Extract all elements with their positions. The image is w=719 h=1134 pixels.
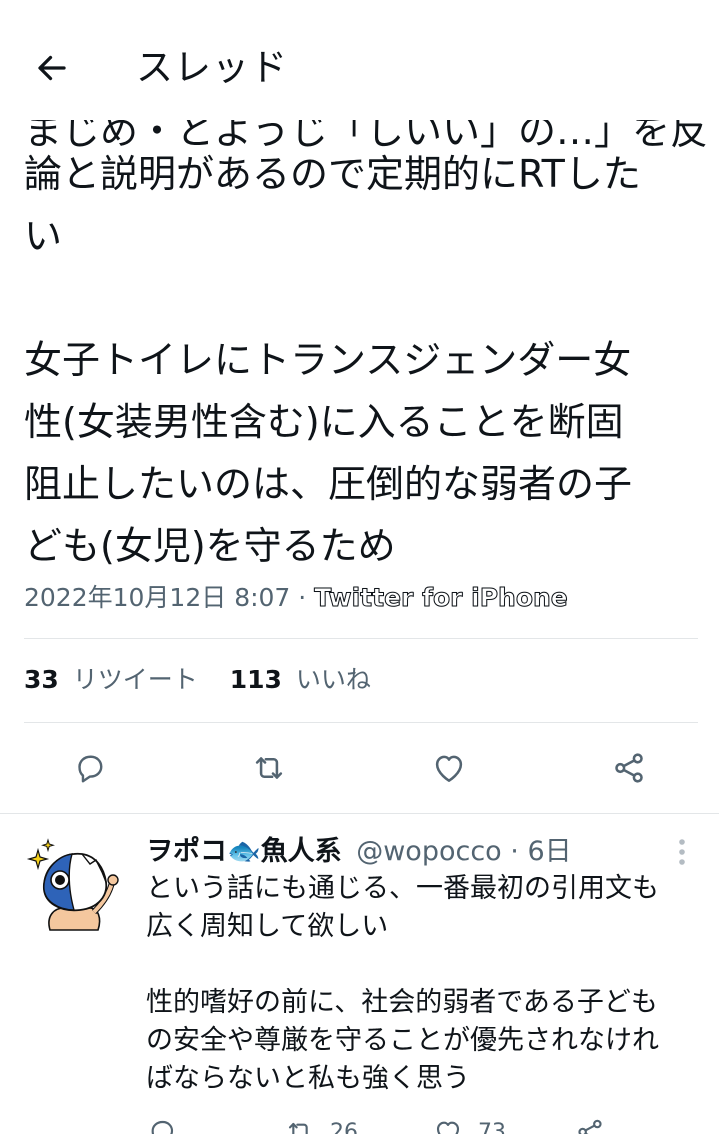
- reply-handle[interactable]: @wopocco: [356, 836, 501, 867]
- thread-scroll-area[interactable]: まじめ・とようじ「しいい」の…」を反 論と説明があるので定期的にRTした い 女…: [0, 0, 719, 1134]
- tweet-text: 論と説明があるので定期的にRTした い 女子トイレにトランスジェンダー女 性(女…: [24, 152, 641, 568]
- reply-icon: [78, 755, 103, 783]
- reply-tweet[interactable]: ヲポコ🐟魚人系 @wopocco · 6日 という話にも通じる、一番最初の引用文…: [0, 814, 719, 1134]
- avatar[interactable]: [24, 838, 124, 938]
- reply-separator: ·: [510, 836, 519, 867]
- more-options-button[interactable]: [668, 834, 696, 870]
- top-app-bar: スレッド: [0, 0, 719, 120]
- tweet-source[interactable]: Twitter for iPhone: [314, 583, 569, 613]
- reply-header: ヲポコ🐟魚人系 @wopocco · 6日: [146, 832, 572, 872]
- back-arrow-icon: [38, 55, 66, 81]
- tweet-actions: [0, 744, 719, 792]
- tweet-timestamp[interactable]: 2022年10月12日 8:07: [24, 583, 290, 612]
- reply-display-name[interactable]: ヲポコ🐟魚人系: [146, 836, 342, 867]
- reply-time[interactable]: 6日: [527, 836, 571, 867]
- tweet-meta: 2022年10月12日 8:07 · Twitter for iPhone: [24, 580, 568, 616]
- tweet-stats: 33 リツイート 113 いいね: [24, 661, 371, 699]
- share-icon: [578, 1119, 602, 1134]
- retweet-label[interactable]: リツイート: [73, 665, 198, 694]
- retweet-icon: [255, 757, 283, 779]
- share-button[interactable]: [605, 744, 653, 792]
- back-button[interactable]: [28, 44, 76, 92]
- retweet-count[interactable]: 33: [24, 665, 59, 694]
- divider: [24, 722, 698, 723]
- reply-reply-button[interactable]: [146, 1116, 178, 1134]
- reply-actions: 26 73: [0, 1116, 719, 1134]
- page-title: スレッド: [136, 46, 288, 89]
- share-icon: [615, 753, 643, 783]
- retweet-icon: [288, 1122, 308, 1134]
- like-label[interactable]: いいね: [296, 665, 371, 694]
- reply-like-count: 73: [478, 1119, 506, 1134]
- reply-like-button[interactable]: 73: [432, 1116, 506, 1134]
- like-count[interactable]: 113: [230, 665, 282, 694]
- heart-icon: [435, 755, 463, 782]
- retweet-button[interactable]: [245, 744, 293, 792]
- divider: [24, 638, 698, 639]
- like-button[interactable]: [425, 744, 473, 792]
- reply-retweet-button[interactable]: 26: [284, 1116, 358, 1134]
- more-vertical-icon: [679, 839, 685, 865]
- avatar-fish-character-icon: [26, 838, 119, 931]
- reply-button[interactable]: [66, 744, 114, 792]
- reply-icon: [151, 1120, 174, 1134]
- reply-retweet-count: 26: [330, 1119, 358, 1134]
- reply-text: という話にも通じる、一番最初の引用文も 広く周知して欲しい 性的嗜好の前に、社会…: [146, 873, 659, 1094]
- reply-share-button[interactable]: [574, 1116, 606, 1134]
- heart-icon: [436, 1121, 460, 1134]
- meta-separator: ·: [298, 583, 307, 612]
